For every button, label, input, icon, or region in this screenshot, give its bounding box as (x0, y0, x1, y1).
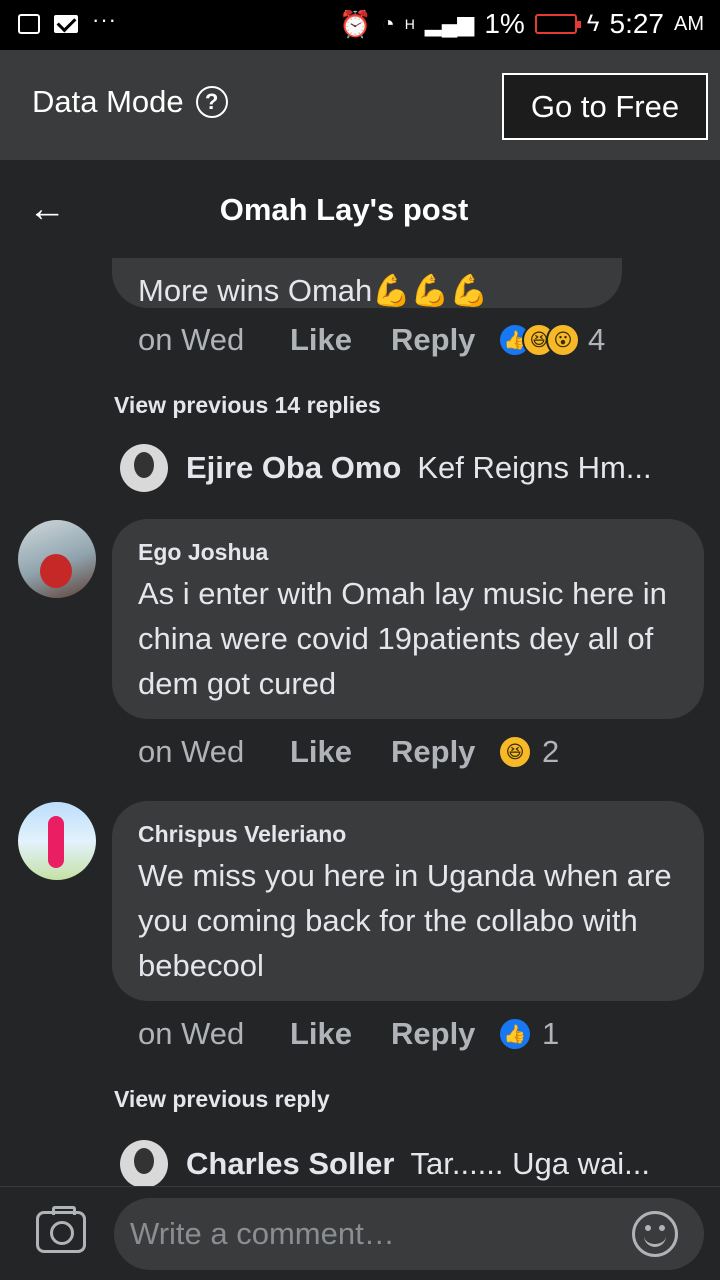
reply-button[interactable]: Reply (391, 734, 498, 770)
comment-text: More wins Omah💪💪💪 (138, 272, 488, 309)
comment-bubble[interactable]: More wins Omah💪💪💪 (112, 258, 622, 308)
reply-preview[interactable]: Ejire Oba Omo Kef Reigns Hm... (120, 444, 652, 492)
comment-actions: on Wed Like Reply 👍 1 (138, 1016, 559, 1052)
flexed-biceps-emoji: 💪💪💪 (372, 273, 489, 308)
like-button[interactable]: Like (290, 734, 391, 770)
reply-preview[interactable]: Charles Soller Tar...... Uga wai... (120, 1140, 650, 1186)
reply-author[interactable]: Ejire Oba Omo (186, 450, 401, 486)
go-to-free-button[interactable]: Go to Free (502, 73, 708, 140)
emoji-icon[interactable] (632, 1211, 678, 1257)
comment-text: As i enter with Omah lay music here in c… (138, 576, 667, 701)
comment-body: More wins Omah (138, 273, 373, 308)
comments-list[interactable]: More wins Omah💪💪💪 on Wed Like Reply 👍 😆 … (0, 258, 720, 1186)
camera-icon[interactable] (36, 1206, 86, 1253)
data-mode-bar: Data Mode ? Go to Free (0, 50, 720, 160)
reply-snippet: Tar...... Uga wai... (410, 1146, 650, 1181)
battery-icon (534, 14, 581, 34)
alarm-icon: ⏰ (339, 8, 372, 39)
more-notifications-icon: ··· (92, 7, 117, 32)
view-previous-reply-link[interactable]: View previous reply (114, 1086, 330, 1113)
comment-input-placeholder: Write a comment… (130, 1216, 395, 1251)
wow-reaction-icon: 😮 (546, 323, 580, 357)
comment-time: on Wed (138, 1016, 245, 1051)
avatar[interactable] (18, 520, 96, 598)
clock-time: 5:27 (609, 8, 665, 39)
reaction-count: 1 (542, 1016, 560, 1051)
help-icon[interactable]: ? (195, 86, 228, 118)
like-button[interactable]: Like (290, 1016, 391, 1052)
mail-notification-icon (54, 15, 78, 33)
like-button[interactable]: Like (290, 322, 391, 358)
reactions-summary[interactable]: 👍 1 (498, 1016, 559, 1052)
reactions-summary[interactable]: 👍 😆 😮 4 (498, 322, 605, 358)
haha-reaction-icon: 😆 (498, 735, 532, 769)
comment-time: on Wed (138, 734, 245, 769)
wifi-icon: ◔ (381, 11, 395, 36)
status-notifications: ··· (18, 7, 117, 34)
reply-button[interactable]: Reply (391, 322, 498, 358)
data-mode-text: Data Mode (32, 84, 184, 119)
avatar[interactable] (120, 444, 168, 492)
network-type: H (404, 16, 415, 32)
comment-actions: on Wed Like Reply 👍 😆 😮 4 (138, 322, 605, 358)
status-indicators: ⏰ ◔ H ▂▄▆ 1% ϟ 5:27 AM (339, 8, 704, 40)
comment-input[interactable]: Write a comment… (114, 1198, 704, 1270)
reaction-count: 4 (588, 322, 606, 357)
battery-percent: 1% (484, 8, 525, 39)
status-bar: ··· ⏰ ◔ H ▂▄▆ 1% ϟ 5:27 AM (0, 0, 720, 50)
view-previous-replies-link[interactable]: View previous 14 replies (114, 392, 381, 419)
comment-bubble[interactable]: Chrispus Veleriano We miss you here in U… (112, 801, 704, 1001)
page-title: Omah Lay's post (219, 192, 469, 227)
gallery-notification-icon (18, 14, 40, 34)
avatar[interactable] (120, 1140, 168, 1186)
comment-actions: on Wed Like Reply 😆 2 (138, 734, 559, 770)
comment-bubble[interactable]: Ego Joshua As i enter with Omah lay musi… (112, 519, 704, 719)
reaction-count: 2 (542, 734, 560, 769)
reactions-summary[interactable]: 😆 2 (498, 734, 559, 770)
reply-author[interactable]: Charles Soller (186, 1146, 394, 1182)
clock-ampm: AM (674, 12, 704, 35)
charging-icon: ϟ (586, 10, 600, 37)
comment-author[interactable]: Ego Joshua (138, 539, 268, 566)
comment-composer: Write a comment… (0, 1186, 720, 1280)
like-reaction-icon: 👍 (498, 1017, 532, 1051)
comment-author[interactable]: Chrispus Veleriano (138, 821, 346, 848)
post-header: ← Omah Lay's post (0, 160, 720, 258)
data-mode-label[interactable]: Data Mode ? (32, 84, 228, 120)
comment-text: We miss you here in Uganda when are you … (138, 858, 672, 983)
reply-button[interactable]: Reply (391, 1016, 498, 1052)
reply-snippet: Kef Reigns Hm... (417, 450, 652, 485)
avatar[interactable] (18, 802, 96, 880)
comment-time: on Wed (138, 322, 245, 357)
signal-icon: ▂▄▆ (424, 11, 475, 36)
